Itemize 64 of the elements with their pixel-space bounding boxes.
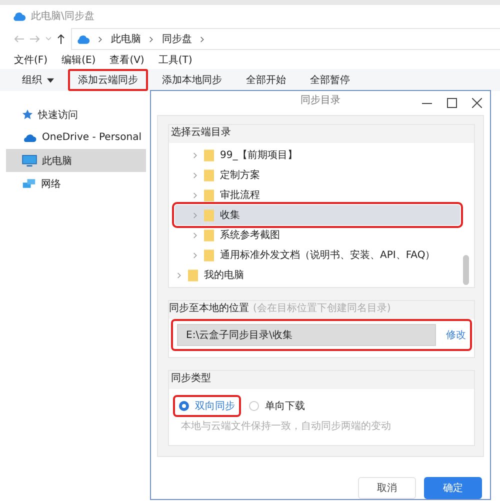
confirm-button[interactable]: 确定 (424, 477, 482, 499)
sidebar-item[interactable]: 此电脑 (6, 149, 146, 172)
cancel-button[interactable]: 取消 (358, 477, 416, 499)
hint-text: (会在目标位置下创建同名目录) (253, 302, 391, 315)
chevron-icon (177, 272, 182, 278)
path-field[interactable]: E:\云盒子同步目录\收集 (177, 324, 436, 346)
chevron-icon (193, 212, 198, 218)
folder-icon (204, 248, 214, 262)
cloud-icon (22, 133, 37, 142)
chevron-icon (193, 252, 198, 258)
toolbar-button[interactable]: 全部开始 (236, 69, 296, 91)
caret-icon (47, 78, 54, 82)
address-bar[interactable]: 此电脑 同步盘 (71, 28, 500, 50)
toolbar-button[interactable]: 添加本地同步 (152, 69, 232, 91)
scrollbar-thumb[interactable] (463, 255, 469, 285)
tree-item[interactable]: 我的电脑 (175, 265, 460, 285)
chevron-icon (193, 172, 198, 178)
close-icon[interactable] (472, 98, 482, 108)
sidebar-item[interactable]: OneDrive - Personal (6, 126, 146, 149)
sidebar-item[interactable]: 快速访问 (6, 103, 146, 126)
cloud-icon (12, 10, 26, 22)
maximize-icon[interactable] (447, 98, 457, 108)
breadcrumb[interactable]: 此电脑 (111, 32, 141, 46)
folder-icon (204, 188, 214, 202)
tree-item[interactable]: 定制方案 (175, 165, 460, 185)
organize-dropdown[interactable]: 组织 (12, 69, 64, 91)
window-title: 此电脑\同步盘 (31, 10, 94, 23)
up-arrow-icon[interactable] (57, 34, 65, 44)
radio-option[interactable]: 双向同步 (175, 397, 239, 415)
chevron-icon (200, 36, 205, 42)
tree-item[interactable]: 通用标准外发文档（说明书、安装、API、FAQ） (175, 245, 460, 265)
chevron-icon (193, 152, 198, 158)
tree-item[interactable]: 收集 (175, 205, 460, 225)
folder-icon (204, 168, 214, 182)
folder-icon (188, 268, 198, 282)
menu-item[interactable]: 查看(V) (110, 53, 144, 67)
radio-option[interactable]: 单向下载 (245, 397, 309, 415)
description-text: 本地与云端文件保持一致，自动同步两端的变动 (180, 420, 392, 434)
menu-item[interactable]: 文件(F) (14, 53, 48, 67)
tree-item[interactable]: 审批流程 (175, 185, 460, 205)
toolbar-button[interactable]: 添加云端同步 (68, 69, 148, 91)
group-label: 同步类型 (169, 371, 474, 389)
tree-item[interactable]: 系统参考截图 (175, 225, 460, 245)
change-link[interactable]: 修改 (446, 328, 466, 342)
star-icon (22, 109, 33, 120)
group-label: 同步至本地的位置 (169, 302, 249, 315)
folder-icon (204, 228, 214, 242)
network-icon (22, 178, 36, 189)
breadcrumb[interactable]: 同步盘 (162, 32, 192, 46)
folder-icon (204, 148, 214, 162)
folder-icon (204, 208, 214, 222)
dialog-title: 同步目录 (300, 94, 340, 107)
monitor-icon (22, 154, 37, 166)
tree-item[interactable]: 99_【前期项目】 (175, 145, 460, 165)
cloud-icon (76, 34, 90, 44)
toolbar-button[interactable]: 全部暂停 (300, 69, 360, 91)
chevron-icon (149, 36, 154, 42)
chevron-icon (98, 36, 103, 42)
sidebar-item[interactable]: 网络 (6, 172, 146, 195)
chevron-icon (193, 192, 198, 198)
menu-item[interactable]: 编辑(E) (62, 53, 96, 67)
group-label: 选择云端目录 (169, 125, 474, 143)
chevron-icon (193, 232, 198, 238)
menu-item[interactable]: 工具(T) (158, 53, 192, 67)
